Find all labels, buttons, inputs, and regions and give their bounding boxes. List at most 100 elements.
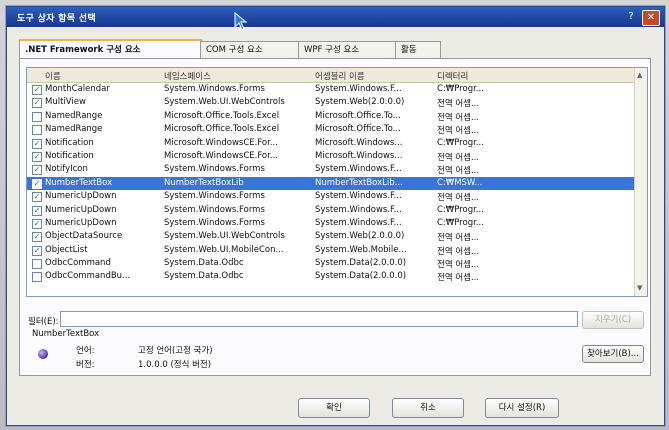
item-name: ObjectList (45, 244, 88, 255)
item-namespace: Microsoft.WindowsCE.For... (164, 137, 278, 148)
cancel-button[interactable]: 취소 (392, 398, 464, 418)
item-assembly: Microsoft.Office.To... (315, 110, 401, 121)
item-assembly: NumberTextBoxLib... (315, 177, 403, 188)
component-list[interactable]: 이름 네임스페이스 어셈블리 이름 디렉터리 ✓ MonthCalendar Sys… (26, 67, 648, 297)
item-namespace: Microsoft.Office.Tools.Excel (164, 110, 280, 121)
list-item[interactable]: OdbcCommand System.Data.Odbc System.Data(2… (27, 257, 635, 270)
list-item[interactable]: ✓ NumericUpDown System.Windows.Forms System… (27, 190, 635, 203)
item-name: ObjectDataSource (45, 231, 123, 242)
item-directory: 전역 어셈... (437, 233, 480, 244)
item-name: NumericUpDown (45, 204, 117, 215)
list-item[interactable]: ✓ ObjectList System.Web.UI.MobileCon... Sys… (27, 244, 635, 257)
item-assembly: System.Web.Mobile... (315, 244, 407, 255)
item-assembly: System.Windows.F... (315, 84, 402, 94)
item-assembly: System.Data(2.0.0.0) (315, 271, 407, 282)
item-directory: C:₩Progr... (437, 137, 484, 148)
item-name: NotifyIcon (45, 164, 88, 175)
filter-input[interactable] (60, 311, 578, 327)
item-namespace: System.Windows.Forms (164, 217, 265, 228)
item-directory: 전역 어셈... (437, 193, 480, 204)
item-directory: 전역 어셈... (437, 126, 480, 137)
item-name: NumericUpDown (45, 217, 117, 228)
item-assembly: System.Windows.F... (315, 217, 402, 228)
close-button[interactable]: ✕ (642, 10, 660, 26)
scroll-up-icon[interactable]: ▲ (637, 71, 642, 79)
item-assembly: System.Web(2.0.0.0) (315, 97, 405, 108)
item-assembly: System.Windows.F... (315, 164, 402, 175)
list-item[interactable]: ✓ Notification Microsoft.WindowsCE.For... M… (27, 137, 635, 150)
item-namespace: System.Windows.Forms (164, 164, 265, 175)
list-item[interactable]: ✓ NumberTextBox NumberTextBoxLib NumberText… (27, 176, 635, 191)
tab-com[interactable]: COM 구성 요소 (200, 41, 299, 59)
help-button[interactable]: ? (624, 10, 638, 24)
item-namespace: System.Data.Odbc (164, 271, 244, 282)
item-checkbox[interactable]: ✓ (32, 85, 42, 95)
item-checkbox[interactable]: ✓ (32, 232, 42, 243)
item-checkbox[interactable]: ✓ (32, 165, 42, 176)
item-directory: 전역 어셈... (437, 99, 480, 110)
column-header-assembly[interactable]: 어셈블리 이름 (315, 70, 365, 82)
item-directory: 전역 어셈... (437, 246, 480, 257)
item-checkbox[interactable]: ✓ (32, 151, 42, 162)
item-directory: 전역 어셈... (437, 112, 480, 123)
item-assembly: Microsoft.Office.To... (315, 124, 401, 135)
item-checkbox[interactable] (32, 259, 42, 270)
browse-button[interactable]: 찾아보기(B)... (582, 345, 644, 363)
item-checkbox[interactable] (32, 125, 42, 136)
list-item[interactable]: ✓ NotifyIcon System.Windows.Forms System.Wi… (27, 163, 635, 176)
column-header-directory[interactable]: 디렉터리 (437, 70, 468, 82)
clear-button[interactable]: 지우기(C) (582, 311, 644, 329)
item-checkbox[interactable]: ✓ (32, 218, 42, 229)
item-directory: 전역 어셈... (437, 260, 480, 271)
item-checkbox[interactable] (32, 111, 42, 122)
item-name: NamedRange (45, 124, 103, 135)
item-namespace: System.Web.UI.MobileCon... (164, 244, 284, 255)
mouse-pointer-icon (234, 12, 248, 31)
item-namespace: System.Web.UI.WebControls (164, 231, 285, 242)
item-checkbox[interactable]: ✓ (32, 205, 42, 216)
window-title: 도구 상자 항목 선택 (17, 14, 96, 24)
list-item[interactable]: ✓ NumericUpDown System.Windows.Forms System… (27, 204, 635, 217)
item-name: NamedRange (45, 110, 103, 121)
item-checkbox[interactable]: ✓ (32, 98, 42, 109)
language-label: 언어: (76, 346, 95, 356)
language-value: 고정 언어(고정 국가) (138, 346, 213, 356)
vertical-scrollbar[interactable]: ▲ ▼ (634, 68, 647, 296)
ok-button[interactable]: 확인 (298, 398, 370, 418)
item-namespace: NumberTextBoxLib (164, 177, 244, 188)
list-item[interactable]: ✓ MonthCalendar System.Windows.Forms System… (27, 83, 635, 96)
item-namespace: System.Web.UI.WebControls (164, 97, 285, 108)
tab-wpf[interactable]: WPF 구성 요소 (298, 41, 397, 59)
item-checkbox[interactable]: ✓ (32, 178, 42, 189)
reset-button[interactable]: 다시 설정(R) (485, 398, 559, 418)
item-name: NumberTextBox (45, 177, 113, 188)
item-assembly: Microsoft.Windows... (315, 150, 403, 161)
item-namespace: System.Data.Odbc (164, 258, 244, 269)
list-item[interactable]: NamedRange Microsoft.Office.Tools.Excel Mi… (27, 123, 635, 136)
column-header-name[interactable]: 이름 (45, 70, 61, 82)
title-bar[interactable]: 도구 상자 항목 선택 ? ✕ (7, 7, 664, 27)
item-checkbox[interactable]: ✓ (32, 245, 42, 256)
list-item[interactable]: ✓ NumericUpDown System.Windows.Forms System… (27, 217, 635, 230)
list-item[interactable]: ✓ MultiView System.Web.UI.WebControls Syste… (27, 96, 635, 109)
item-checkbox[interactable]: ✓ (32, 138, 42, 149)
item-directory: C:₩Progr... (437, 217, 484, 228)
item-assembly: System.Data(2.0.0.0) (315, 258, 407, 269)
list-item[interactable]: OdbcCommandBu... System.Data.Odbc System.D… (27, 270, 635, 283)
list-item[interactable]: ✓ Notification Microsoft.WindowsCE.For... M… (27, 150, 635, 163)
item-name: OdbcCommandBu... (45, 271, 131, 282)
item-namespace: System.Windows.Forms (164, 191, 265, 202)
list-item[interactable]: ✓ ObjectDataSource System.Web.UI.WebContro… (27, 230, 635, 243)
item-name: MonthCalendar (45, 84, 110, 94)
item-directory: C:₩Progr... (437, 204, 484, 215)
tab-activities[interactable]: 활동 (395, 41, 441, 59)
globe-icon (38, 349, 48, 359)
list-rows: ✓ MonthCalendar System.Windows.Forms System… (27, 83, 635, 284)
item-checkbox[interactable]: ✓ (32, 192, 42, 203)
item-name: Notification (45, 137, 94, 148)
column-header-namespace[interactable]: 네임스페이스 (164, 70, 211, 82)
item-checkbox[interactable] (32, 272, 42, 283)
scroll-down-icon[interactable]: ▼ (637, 284, 642, 292)
list-item[interactable]: NamedRange Microsoft.Office.Tools.Excel Mi… (27, 110, 635, 123)
list-header: 이름 네임스페이스 어셈블리 이름 디렉터리 (27, 68, 635, 83)
